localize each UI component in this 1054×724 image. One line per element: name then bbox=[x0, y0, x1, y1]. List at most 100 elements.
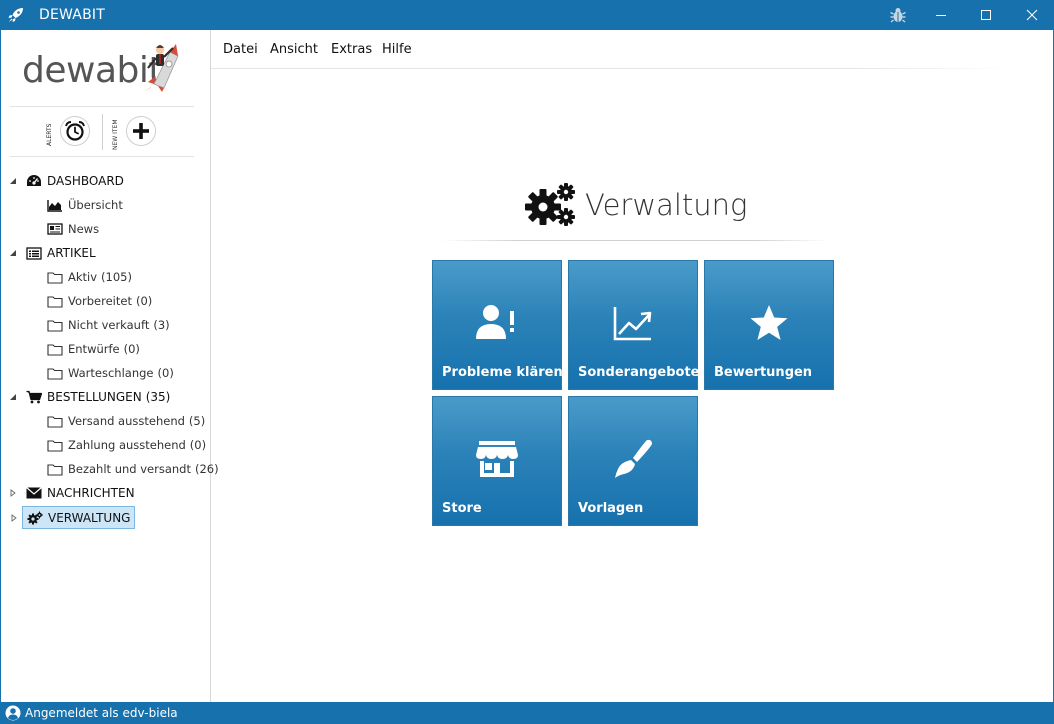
tree-count: (0) bbox=[135, 294, 153, 308]
expand-arrow-icon[interactable] bbox=[9, 489, 17, 497]
tree-count: (105) bbox=[101, 270, 132, 284]
status-text: Angemeldet als edv-biela bbox=[25, 706, 178, 720]
new-item-label: NEW ITEM bbox=[112, 119, 119, 150]
maximize-button[interactable] bbox=[963, 0, 1009, 30]
tree-node-aktiv[interactable]: Aktiv (105) bbox=[47, 267, 132, 287]
alerts-button[interactable] bbox=[60, 116, 90, 146]
tree-count: (3) bbox=[153, 318, 170, 332]
menu-hilfe[interactable]: Hilfe bbox=[382, 42, 412, 57]
tree-node-nicht-verkauft[interactable]: Nicht verkauft (3) bbox=[47, 315, 170, 335]
folder-icon bbox=[47, 318, 63, 332]
tile-store[interactable]: Store bbox=[432, 396, 562, 526]
tile-sonderangebote[interactable]: Sonderangebote bbox=[568, 260, 700, 390]
new-item-button[interactable] bbox=[126, 116, 156, 146]
gears-icon bbox=[525, 183, 575, 226]
collapse-arrow-icon[interactable] bbox=[9, 393, 17, 401]
envelope-icon bbox=[26, 486, 42, 500]
tree-node-vorbereitet[interactable]: Vorbereitet (0) bbox=[47, 291, 152, 311]
tile-vorlagen[interactable]: Vorlagen bbox=[568, 396, 698, 526]
page-header: Verwaltung bbox=[525, 180, 747, 230]
expand-arrow-icon[interactable] bbox=[10, 514, 18, 522]
tree-node-versand-ausstehend[interactable]: Versand ausstehend (5) bbox=[47, 411, 205, 431]
tree-node-nachrichten[interactable]: NACHRICHTEN bbox=[10, 483, 135, 503]
tree-node-news[interactable]: News bbox=[47, 219, 99, 239]
page-title: Verwaltung bbox=[585, 188, 748, 222]
tree-label: Versand ausstehend bbox=[68, 414, 185, 428]
plus-icon bbox=[133, 123, 149, 139]
tree-count: (26) bbox=[194, 462, 219, 476]
window-title: DEWABIT bbox=[39, 7, 105, 23]
folder-icon bbox=[47, 414, 63, 428]
maximize-icon bbox=[981, 10, 991, 20]
tree-count: (35) bbox=[145, 390, 171, 404]
status-user: edv-biela bbox=[122, 706, 178, 720]
trend-chart-icon bbox=[613, 307, 652, 341]
user-alert-icon bbox=[476, 305, 514, 339]
menu-divider bbox=[211, 68, 1011, 69]
tree-label: BESTELLUNGEN bbox=[47, 390, 142, 404]
app-window: DEWABIT dewabit ALERTS NEW ITEM DASHBOAR… bbox=[0, 0, 1054, 724]
newspaper-icon bbox=[47, 222, 63, 236]
gears-icon bbox=[27, 511, 43, 525]
quick-actions-divider bbox=[102, 114, 103, 150]
list-icon bbox=[26, 246, 42, 260]
minimize-button[interactable] bbox=[918, 0, 964, 30]
tree-count: (5) bbox=[188, 414, 206, 428]
sidebar-separator bbox=[10, 106, 194, 107]
bug-report-button[interactable] bbox=[875, 0, 921, 30]
tree-label: ARTIKEL bbox=[47, 246, 96, 260]
tree-label: Entwürfe bbox=[68, 342, 120, 356]
tree-label: DASHBOARD bbox=[47, 174, 124, 188]
tree-node-bestellungen[interactable]: BESTELLUNGEN (35) bbox=[10, 387, 171, 407]
tree-node-zahlung-ausstehend[interactable]: Zahlung ausstehend (0) bbox=[47, 435, 206, 455]
dewabit-logo: dewabit bbox=[22, 42, 192, 112]
sidebar-separator bbox=[10, 156, 194, 157]
rocket-icon bbox=[8, 8, 23, 22]
folder-icon bbox=[47, 462, 63, 476]
tree-node-warteschlange[interactable]: Warteschlange (0) bbox=[47, 363, 174, 383]
tree-label: Bezahlt und versandt bbox=[68, 462, 191, 476]
close-button[interactable] bbox=[1009, 0, 1054, 30]
tile-bewertungen[interactable]: Bewertungen bbox=[704, 260, 834, 390]
tree-node-entwuerfe[interactable]: Entwürfe (0) bbox=[47, 339, 140, 359]
menu-extras[interactable]: Extras bbox=[331, 42, 372, 57]
sidebar: dewabit ALERTS NEW ITEM DASHBOARD Übersi… bbox=[2, 30, 219, 702]
tree-node-dashboard[interactable]: DASHBOARD bbox=[10, 171, 124, 191]
status-bar: Angemeldet als edv-biela bbox=[1, 702, 1054, 724]
tree-label: Zahlung ausstehend bbox=[68, 438, 186, 452]
shopping-cart-icon bbox=[26, 390, 42, 404]
area-chart-icon bbox=[47, 198, 63, 212]
tile-label: Sonderangebote bbox=[578, 365, 700, 380]
menu-datei[interactable]: Datei bbox=[223, 42, 258, 57]
tree-node-artikel[interactable]: ARTIKEL bbox=[10, 243, 96, 263]
tree-label: Aktiv bbox=[68, 270, 98, 284]
tree-node-verwaltung[interactable]: VERWALTUNG bbox=[11, 506, 136, 529]
status-prefix: Angemeldet als bbox=[25, 706, 119, 720]
tree-node-uebersicht[interactable]: Übersicht bbox=[47, 195, 123, 215]
menu-bar: Datei Ansicht Extras Hilfe bbox=[211, 30, 1054, 68]
folder-icon bbox=[47, 366, 63, 380]
folder-icon bbox=[47, 270, 63, 284]
folder-icon bbox=[47, 342, 63, 356]
alarm-clock-icon bbox=[65, 121, 85, 141]
header-divider bbox=[441, 240, 831, 241]
minimize-icon bbox=[936, 15, 946, 16]
tile-probleme-klaeren[interactable]: Probleme klären bbox=[432, 260, 563, 390]
tile-label: Probleme klären bbox=[442, 365, 563, 380]
star-icon bbox=[750, 305, 788, 340]
dashboard-gauge-icon bbox=[26, 174, 42, 188]
tree-count: (0) bbox=[123, 342, 140, 356]
tree-node-bezahlt-und-versandt[interactable]: Bezahlt und versandt (26) bbox=[47, 459, 219, 479]
tree-label: Vorbereitet bbox=[68, 294, 132, 308]
tree-count: (0) bbox=[189, 438, 207, 452]
collapse-arrow-icon[interactable] bbox=[9, 249, 17, 257]
tree-label: VERWALTUNG bbox=[48, 510, 131, 525]
bug-icon bbox=[890, 8, 906, 23]
tree-label: News bbox=[68, 222, 100, 236]
menu-ansicht[interactable]: Ansicht bbox=[270, 42, 318, 57]
tree-label: Nicht verkauft bbox=[68, 318, 150, 332]
tree-label: Übersicht bbox=[68, 198, 123, 212]
title-bar: DEWABIT bbox=[1, 0, 1054, 30]
collapse-arrow-icon[interactable] bbox=[9, 177, 17, 185]
tree-count: (0) bbox=[157, 366, 174, 380]
